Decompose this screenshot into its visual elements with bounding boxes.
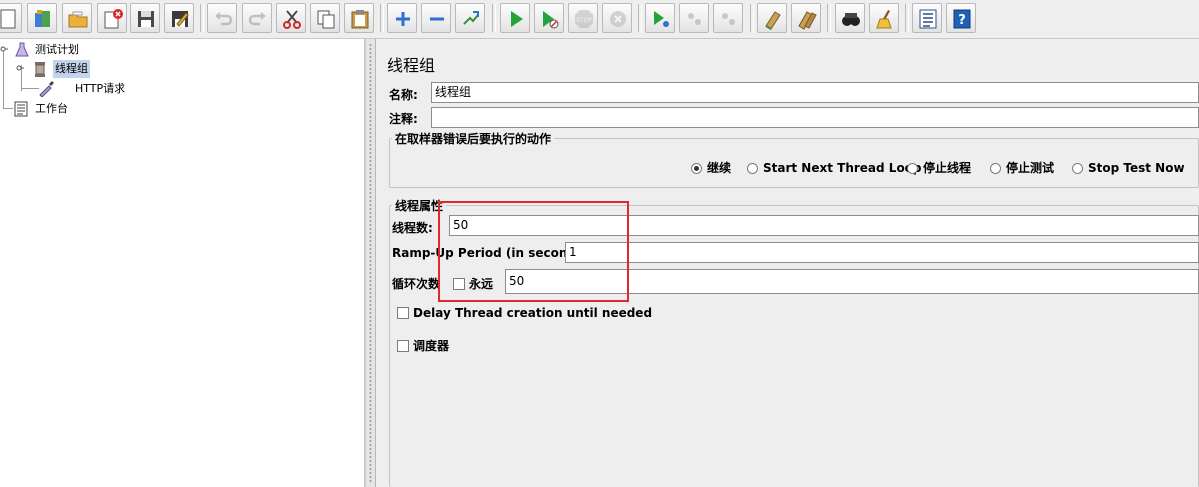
radio-label: Stop Test Now xyxy=(1088,161,1185,175)
delay-thread-creation-checkbox[interactable] xyxy=(397,307,409,319)
radio-label: 继续 xyxy=(707,161,732,175)
svg-text:?: ? xyxy=(958,13,966,28)
radio-label: 停止测试 xyxy=(1006,161,1055,175)
redo-icon[interactable] xyxy=(242,3,272,33)
error-action-group-title: 在取样器错误后要执行的动作 xyxy=(392,130,555,147)
thread-count-label: 线程数: xyxy=(392,221,433,235)
radio-start-next-thread-loop[interactable]: Start Next Thread Loop xyxy=(747,160,922,176)
tree-connector xyxy=(21,88,39,89)
svg-text:STOP: STOP xyxy=(576,17,592,24)
toolbar-separator xyxy=(380,4,384,32)
save-icon[interactable] xyxy=(130,3,160,33)
name-field[interactable]: 线程组 xyxy=(431,82,1199,103)
radio-button-selected[interactable] xyxy=(691,163,702,174)
radio-button[interactable] xyxy=(990,163,1001,174)
start-icon[interactable] xyxy=(500,3,530,33)
cut-icon[interactable] xyxy=(276,3,306,33)
radio-stop-test-now[interactable]: Stop Test Now xyxy=(1072,160,1185,176)
templates-icon[interactable] xyxy=(27,3,57,33)
error-action-radio-row: 继续 Start Next Thread Loop 停止线程 停止测试 Stop… xyxy=(390,160,1199,176)
sampler-pipette-icon xyxy=(39,81,54,97)
radio-button[interactable] xyxy=(1072,163,1083,174)
test-plan-flask-icon xyxy=(15,42,29,57)
radio-button[interactable] xyxy=(907,163,918,174)
expand-icon[interactable] xyxy=(387,3,417,33)
radio-label: Start Next Thread Loop xyxy=(763,161,922,175)
shutdown-icon[interactable] xyxy=(602,3,632,33)
remote-exit-icon[interactable] xyxy=(713,3,743,33)
tree-item-label: HTTP请求 xyxy=(75,82,126,95)
clear-icon[interactable] xyxy=(757,3,787,33)
search-icon[interactable] xyxy=(835,3,865,33)
thread-group-spool-icon xyxy=(35,62,45,77)
workbench-clipboard-icon xyxy=(14,101,28,117)
tree-item-label: 工作台 xyxy=(35,102,68,115)
highlight-box xyxy=(438,201,629,302)
name-label: 名称: xyxy=(389,88,418,102)
new-icon[interactable] xyxy=(0,3,22,33)
tree-item-label: 线程组 xyxy=(53,60,90,78)
scheduler-checkbox[interactable] xyxy=(397,340,409,352)
toolbar-separator xyxy=(750,4,754,32)
test-plan-tree: 测试计划 线程组 HTTP请求 工作台 xyxy=(0,39,365,487)
tree-expand-handle-icon[interactable] xyxy=(0,45,8,53)
split-pane-divider[interactable] xyxy=(365,39,376,487)
loop-count-label: 循环次数 xyxy=(392,277,441,291)
paste-icon[interactable] xyxy=(344,3,374,33)
remote-start-icon[interactable] xyxy=(645,3,675,33)
toolbar-separator xyxy=(905,4,909,32)
remote-stop-icon[interactable] xyxy=(679,3,709,33)
radio-label: 停止线程 xyxy=(923,161,972,175)
close-file-icon[interactable] xyxy=(97,3,127,33)
toolbar: STOP ? xyxy=(0,0,1199,39)
radio-continue[interactable]: 继续 xyxy=(691,160,731,176)
toggle-icon[interactable] xyxy=(455,3,485,33)
reset-search-icon[interactable] xyxy=(869,3,899,33)
start-no-pauses-icon[interactable] xyxy=(534,3,564,33)
rampup-field[interactable]: 1 xyxy=(565,242,1199,263)
toolbar-separator xyxy=(492,4,496,32)
function-helper-icon[interactable] xyxy=(912,3,942,33)
open-icon[interactable] xyxy=(62,3,92,33)
toolbar-separator xyxy=(200,4,204,32)
tree-connector xyxy=(3,51,4,109)
comment-label: 注释: xyxy=(389,112,418,126)
radio-stop-test[interactable]: 停止测试 xyxy=(990,160,1054,176)
help-icon[interactable]: ? xyxy=(946,3,976,33)
scheduler-option[interactable]: 调度器 xyxy=(397,337,449,354)
stop-icon[interactable]: STOP xyxy=(568,3,598,33)
page-title: 线程组 xyxy=(387,56,436,75)
tree-item-label: 测试计划 xyxy=(35,43,79,56)
tree-expand-handle-icon[interactable] xyxy=(16,64,24,72)
scheduler-label: 调度器 xyxy=(413,339,450,353)
toolbar-separator xyxy=(638,4,642,32)
delay-thread-creation-option[interactable]: Delay Thread creation until needed xyxy=(397,306,652,320)
tree-connector xyxy=(3,108,13,109)
undo-icon[interactable] xyxy=(207,3,237,33)
delay-thread-creation-label: Delay Thread creation until needed xyxy=(413,306,653,320)
save-as-icon[interactable] xyxy=(164,3,194,33)
toolbar-separator xyxy=(827,4,831,32)
clear-all-icon[interactable] xyxy=(791,3,821,33)
radio-stop-thread[interactable]: 停止线程 xyxy=(907,160,971,176)
radio-button[interactable] xyxy=(747,163,758,174)
error-action-group: 在取样器错误后要执行的动作 继续 Start Next Thread Loop … xyxy=(389,130,1199,188)
copy-icon[interactable] xyxy=(310,3,340,33)
collapse-icon[interactable] xyxy=(421,3,451,33)
comment-field[interactable] xyxy=(431,107,1199,128)
